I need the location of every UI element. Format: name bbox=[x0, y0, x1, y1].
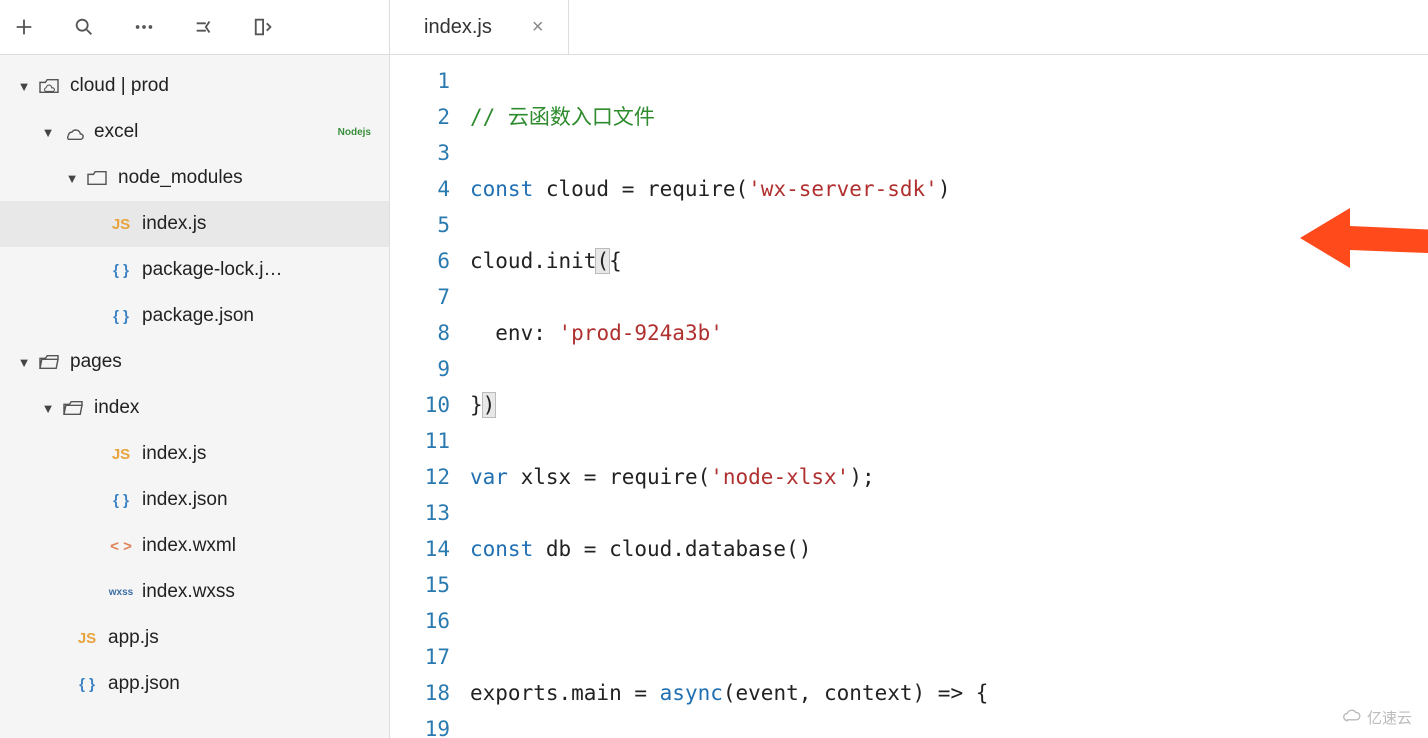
tree-file-app-js[interactable]: ▼ JS app.js bbox=[0, 615, 389, 661]
tree-label: package.json bbox=[142, 305, 254, 327]
cloud-watermark-icon bbox=[1341, 706, 1363, 728]
tree-label: app.js bbox=[108, 627, 159, 649]
wxss-icon: wxss bbox=[108, 587, 134, 598]
json-icon: { } bbox=[74, 676, 100, 693]
search-button[interactable] bbox=[68, 11, 100, 43]
file-tree[interactable]: ▼ cloud | prod ▼ excel Nodejs ▼ node_mod… bbox=[0, 55, 389, 738]
tree-label: app.json bbox=[108, 673, 180, 695]
more-icon bbox=[133, 16, 155, 38]
tree-folder-excel[interactable]: ▼ excel Nodejs bbox=[0, 109, 389, 155]
tree-label: excel bbox=[94, 121, 138, 143]
tree-file-page-index-wxss[interactable]: ▼ wxss index.wxss bbox=[0, 569, 389, 615]
app-root: ▼ cloud | prod ▼ excel Nodejs ▼ node_mod… bbox=[0, 0, 1428, 738]
tree-folder-cloud[interactable]: ▼ cloud | prod bbox=[0, 63, 389, 109]
tree-label: pages bbox=[70, 351, 122, 373]
sidebar: ▼ cloud | prod ▼ excel Nodejs ▼ node_mod… bbox=[0, 0, 390, 738]
collapse-icon bbox=[193, 16, 215, 38]
tree-file-page-index-js[interactable]: ▼ JS index.js bbox=[0, 431, 389, 477]
cloud-folder-icon bbox=[36, 77, 62, 95]
caret-down-icon: ▼ bbox=[66, 171, 78, 186]
new-file-button[interactable] bbox=[8, 11, 40, 43]
tab-index-js[interactable]: index.js × bbox=[390, 0, 569, 54]
panel-toggle-button[interactable] bbox=[248, 11, 280, 43]
caret-down-icon: ▼ bbox=[42, 125, 54, 140]
tree-file-page-index-wxml[interactable]: ▼ < > index.wxml bbox=[0, 523, 389, 569]
more-button[interactable] bbox=[128, 11, 160, 43]
tree-file-app-json[interactable]: ▼ { } app.json bbox=[0, 661, 389, 707]
editor-tabs: index.js × bbox=[390, 0, 1428, 55]
tree-label: index.wxml bbox=[142, 535, 236, 557]
tree-file-package-lock[interactable]: ▼ { } package-lock.j… bbox=[0, 247, 389, 293]
tree-folder-pages[interactable]: ▼ pages bbox=[0, 339, 389, 385]
js-icon: JS bbox=[108, 446, 134, 463]
tree-folder-index[interactable]: ▼ index bbox=[0, 385, 389, 431]
search-icon bbox=[73, 16, 95, 38]
tree-file-page-index-json[interactable]: ▼ { } index.json bbox=[0, 477, 389, 523]
json-icon: { } bbox=[108, 308, 134, 325]
sidebar-toolbar bbox=[0, 0, 389, 55]
tree-label: node_modules bbox=[118, 167, 243, 189]
line-gutter: 12345678910111213141516171819 bbox=[390, 55, 470, 738]
wxml-icon: < > bbox=[108, 538, 134, 555]
tree-label: index.js bbox=[142, 443, 206, 465]
panel-icon bbox=[253, 16, 275, 38]
js-icon: JS bbox=[108, 216, 134, 233]
editor-pane: index.js × 12345678910111213141516171819… bbox=[390, 0, 1428, 738]
tree-label: index.wxss bbox=[142, 581, 235, 603]
tree-label: index.js bbox=[142, 213, 206, 235]
js-icon: JS bbox=[74, 630, 100, 647]
json-icon: { } bbox=[108, 492, 134, 509]
nodejs-badge: Nodejs bbox=[338, 127, 371, 138]
plus-icon bbox=[13, 16, 35, 38]
code-content[interactable]: // 云函数入口文件 const cloud = require('wx-ser… bbox=[470, 55, 1428, 738]
caret-down-icon: ▼ bbox=[42, 401, 54, 416]
caret-down-icon: ▼ bbox=[18, 355, 30, 370]
folder-open-icon bbox=[60, 399, 86, 417]
folder-icon bbox=[84, 169, 110, 187]
code-editor[interactable]: 12345678910111213141516171819 // 云函数入口文件… bbox=[390, 55, 1428, 738]
tree-label: index.json bbox=[142, 489, 228, 511]
tree-label: cloud | prod bbox=[70, 75, 169, 97]
tree-label: package-lock.j… bbox=[142, 259, 282, 281]
folder-open-icon bbox=[36, 353, 62, 371]
tree-label: index bbox=[94, 397, 139, 419]
json-icon: { } bbox=[108, 262, 134, 279]
caret-down-icon: ▼ bbox=[18, 79, 30, 94]
collapse-button[interactable] bbox=[188, 11, 220, 43]
tab-label: index.js bbox=[424, 16, 492, 39]
watermark: 亿速云 bbox=[1341, 706, 1412, 728]
tree-folder-node-modules[interactable]: ▼ node_modules bbox=[0, 155, 389, 201]
tab-close-button[interactable]: × bbox=[532, 17, 544, 37]
tree-file-index-js[interactable]: ▼ JS index.js bbox=[0, 201, 389, 247]
tree-file-package-json[interactable]: ▼ { } package.json bbox=[0, 293, 389, 339]
cloud-icon bbox=[60, 124, 86, 140]
